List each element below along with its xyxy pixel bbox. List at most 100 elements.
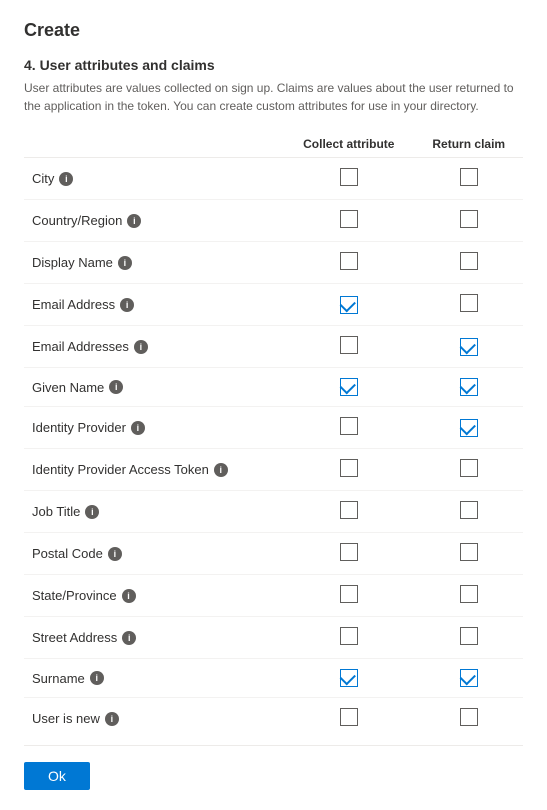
collect-checkbox[interactable] <box>340 210 358 228</box>
attr-name-label: Cityi <box>32 171 275 186</box>
collect-checkbox-cell <box>283 326 414 368</box>
return-checkbox[interactable] <box>460 459 478 477</box>
return-checkbox[interactable] <box>460 627 478 645</box>
info-icon[interactable]: i <box>90 671 104 685</box>
info-icon[interactable]: i <box>118 256 132 270</box>
attr-name-label: User is newi <box>32 711 275 726</box>
table-row: Country/Regioni <box>24 200 523 242</box>
attr-name-cell: Surnamei <box>24 659 283 698</box>
table-row: Surnamei <box>24 659 523 698</box>
attr-name-label: Country/Regioni <box>32 213 275 228</box>
table-row: Postal Codei <box>24 533 523 575</box>
info-icon[interactable]: i <box>214 463 228 477</box>
table-row: Street Addressi <box>24 617 523 659</box>
table-row: Identity Provider Access Tokeni <box>24 449 523 491</box>
collect-checkbox[interactable] <box>340 708 358 726</box>
info-icon[interactable]: i <box>134 340 148 354</box>
collect-checkbox[interactable] <box>340 417 358 435</box>
return-checkbox-cell <box>414 617 523 659</box>
attr-name-cell: Identity Provideri <box>24 407 283 449</box>
return-checkbox[interactable] <box>460 294 478 312</box>
return-checkbox[interactable] <box>460 501 478 519</box>
section-title: 4. User attributes and claims <box>24 57 523 73</box>
attributes-table: Collect attribute Return claim CityiCoun… <box>24 131 523 737</box>
return-checkbox[interactable] <box>460 168 478 186</box>
return-checkbox[interactable] <box>460 338 478 356</box>
info-icon[interactable]: i <box>122 631 136 645</box>
collect-checkbox-cell <box>283 284 414 326</box>
attr-name-cell: Email Addressesi <box>24 326 283 368</box>
info-icon[interactable]: i <box>120 298 134 312</box>
attr-name-label: Street Addressi <box>32 630 275 645</box>
return-checkbox-cell <box>414 491 523 533</box>
return-checkbox-cell <box>414 407 523 449</box>
info-icon[interactable]: i <box>108 547 122 561</box>
collect-checkbox[interactable] <box>340 669 358 687</box>
section-description: User attributes are values collected on … <box>24 79 523 115</box>
collect-checkbox[interactable] <box>340 252 358 270</box>
table-row: Email Addressi <box>24 284 523 326</box>
info-icon[interactable]: i <box>109 380 123 394</box>
collect-checkbox-cell <box>283 659 414 698</box>
collect-checkbox-cell <box>283 698 414 738</box>
return-checkbox-cell <box>414 284 523 326</box>
table-row: Identity Provideri <box>24 407 523 449</box>
attr-name-label: Email Addressi <box>32 297 275 312</box>
collect-checkbox[interactable] <box>340 378 358 396</box>
collect-checkbox[interactable] <box>340 336 358 354</box>
return-checkbox-cell <box>414 158 523 200</box>
table-row: Job Titlei <box>24 491 523 533</box>
table-row: Email Addressesi <box>24 326 523 368</box>
return-checkbox-cell <box>414 242 523 284</box>
attr-name-label: Display Namei <box>32 255 275 270</box>
collect-checkbox-cell <box>283 242 414 284</box>
attr-name-label: Identity Provider Access Tokeni <box>32 462 275 477</box>
ok-button[interactable]: Ok <box>24 762 90 790</box>
info-icon[interactable]: i <box>85 505 99 519</box>
attr-name-label: Identity Provideri <box>32 420 275 435</box>
collect-checkbox[interactable] <box>340 168 358 186</box>
attr-name-label: Given Namei <box>32 380 275 395</box>
return-checkbox[interactable] <box>460 708 478 726</box>
return-checkbox-cell <box>414 533 523 575</box>
return-checkbox-cell <box>414 575 523 617</box>
attr-name-cell: User is newi <box>24 698 283 738</box>
collect-checkbox[interactable] <box>340 627 358 645</box>
collect-checkbox-cell <box>283 158 414 200</box>
attr-name-label: Email Addressesi <box>32 339 275 354</box>
table-row: State/Provincei <box>24 575 523 617</box>
table-row: Display Namei <box>24 242 523 284</box>
info-icon[interactable]: i <box>59 172 73 186</box>
attr-name-cell: Cityi <box>24 158 283 200</box>
return-checkbox[interactable] <box>460 210 478 228</box>
info-icon[interactable]: i <box>127 214 141 228</box>
collect-checkbox-cell <box>283 368 414 407</box>
page-title: Create <box>24 20 523 41</box>
attr-name-cell: Street Addressi <box>24 617 283 659</box>
return-checkbox[interactable] <box>460 585 478 603</box>
return-checkbox-cell <box>414 659 523 698</box>
return-checkbox[interactable] <box>460 378 478 396</box>
return-checkbox[interactable] <box>460 419 478 437</box>
attr-name-cell: Given Namei <box>24 368 283 407</box>
collect-checkbox-cell <box>283 200 414 242</box>
attr-name-cell: Email Addressi <box>24 284 283 326</box>
info-icon[interactable]: i <box>131 421 145 435</box>
return-checkbox-cell <box>414 368 523 407</box>
attr-name-label: Postal Codei <box>32 546 275 561</box>
attr-name-cell: Job Titlei <box>24 491 283 533</box>
col-header-attribute <box>24 131 283 158</box>
info-icon[interactable]: i <box>122 589 136 603</box>
collect-checkbox[interactable] <box>340 501 358 519</box>
return-checkbox[interactable] <box>460 669 478 687</box>
info-icon[interactable]: i <box>105 712 119 726</box>
table-row: Cityi <box>24 158 523 200</box>
collect-checkbox[interactable] <box>340 296 358 314</box>
attr-name-cell: Postal Codei <box>24 533 283 575</box>
attr-name-cell: State/Provincei <box>24 575 283 617</box>
collect-checkbox[interactable] <box>340 459 358 477</box>
collect-checkbox[interactable] <box>340 543 358 561</box>
return-checkbox[interactable] <box>460 252 478 270</box>
collect-checkbox[interactable] <box>340 585 358 603</box>
return-checkbox[interactable] <box>460 543 478 561</box>
